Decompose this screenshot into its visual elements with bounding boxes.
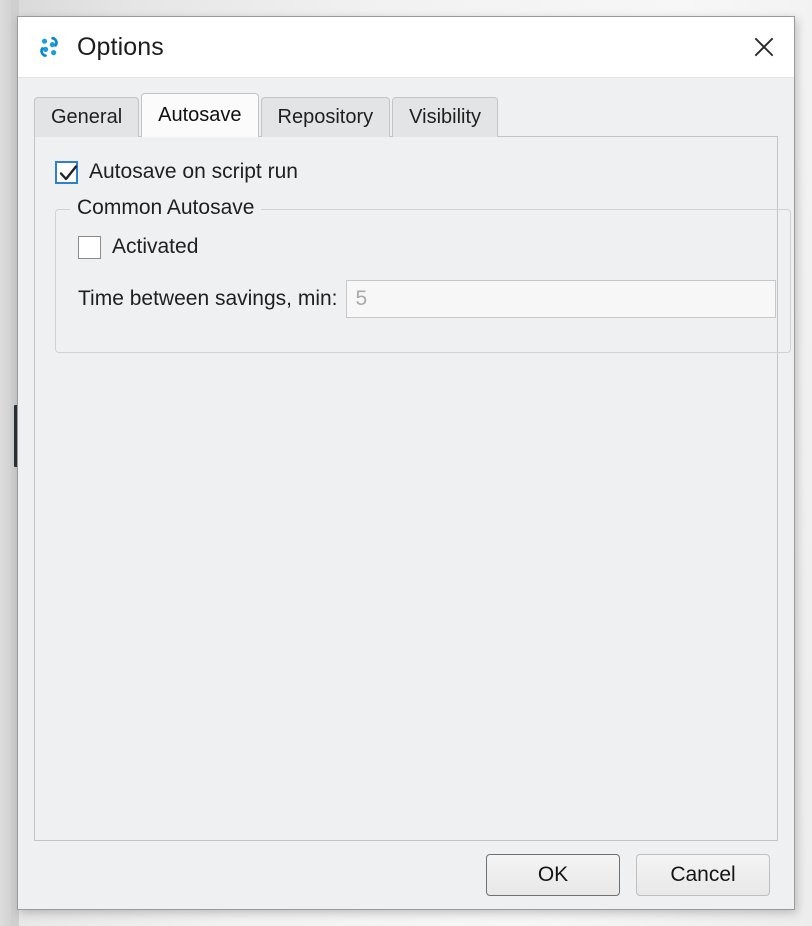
dialog-titlebar: Options bbox=[18, 17, 794, 78]
time-between-savings-label: Time between savings, min: bbox=[78, 287, 338, 310]
activated-checkbox[interactable] bbox=[78, 235, 101, 259]
tab-panel-autosave: Autosave on script run Common Autosave A… bbox=[34, 136, 791, 841]
tab-general[interactable]: General bbox=[34, 97, 140, 137]
tab-autosave-label: Autosave bbox=[158, 104, 242, 126]
common-autosave-group-title: Common Autosave bbox=[70, 196, 262, 220]
tab-visibility-label: Visibility bbox=[409, 106, 482, 128]
activated-label: Activated bbox=[112, 235, 199, 258]
tab-repository-label: Repository bbox=[277, 106, 374, 128]
sync-dots-icon bbox=[35, 33, 63, 61]
options-dialog: Options General Autosave Repository Visi… bbox=[17, 16, 795, 910]
time-between-savings-input[interactable] bbox=[345, 280, 776, 318]
cancel-button[interactable]: Cancel bbox=[636, 854, 770, 896]
tab-visibility[interactable]: Visibility bbox=[392, 97, 499, 137]
tab-general-label: General bbox=[51, 106, 123, 128]
autosave-on-script-run-checkbox[interactable] bbox=[55, 160, 78, 184]
autosave-on-script-run-row[interactable]: Autosave on script run bbox=[55, 157, 757, 187]
tab-autosave[interactable]: Autosave bbox=[141, 93, 259, 137]
dialog-button-bar: OK Cancel bbox=[18, 841, 794, 909]
close-icon[interactable] bbox=[734, 17, 794, 77]
dialog-body: General Autosave Repository Visibility A… bbox=[18, 78, 794, 841]
dialog-title: Options bbox=[77, 32, 164, 61]
autosave-on-script-run-label: Autosave on script run bbox=[89, 160, 298, 183]
tab-strip: General Autosave Repository Visibility bbox=[34, 93, 778, 137]
time-between-savings-row: Time between savings, min: bbox=[70, 280, 776, 318]
ok-button[interactable]: OK bbox=[486, 854, 620, 896]
common-autosave-group: Common Autosave Activated Time between s… bbox=[55, 196, 791, 353]
activated-row[interactable]: Activated bbox=[70, 232, 776, 262]
tab-repository[interactable]: Repository bbox=[260, 97, 391, 137]
